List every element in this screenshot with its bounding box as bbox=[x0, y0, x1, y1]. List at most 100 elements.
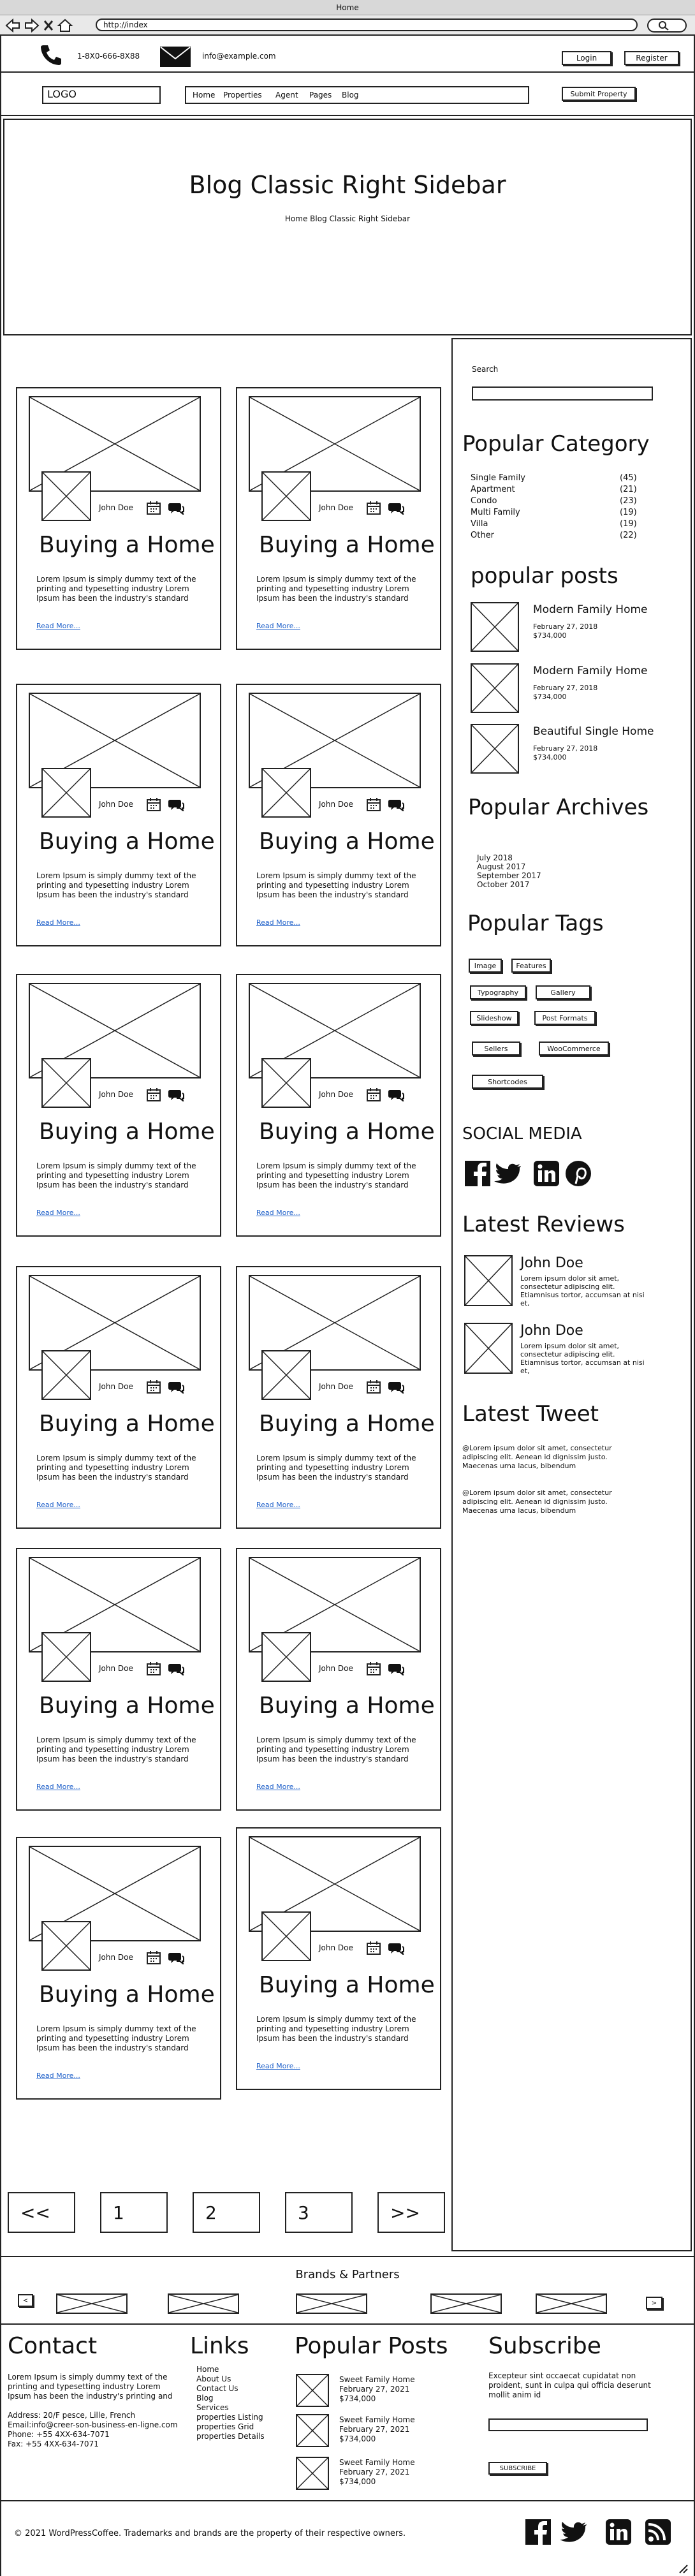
post-excerpt-line: Ipsum has been the industry's standard bbox=[256, 1181, 409, 1189]
brands-next-button[interactable]: > bbox=[646, 2297, 662, 2309]
footer-link[interactable]: properties Details bbox=[196, 2432, 265, 2441]
read-more-link[interactable]: Read More... bbox=[36, 1501, 80, 1509]
post-title[interactable]: Buying a Home bbox=[39, 1982, 215, 2008]
category-name[interactable]: Other bbox=[471, 531, 494, 540]
post-title[interactable]: Buying a Home bbox=[39, 1693, 215, 1719]
post-title[interactable]: Buying a Home bbox=[259, 1693, 435, 1719]
tag-gallery[interactable]: Gallery bbox=[536, 985, 590, 999]
post-title[interactable]: Buying a Home bbox=[39, 1411, 215, 1437]
post-title[interactable]: Buying a Home bbox=[39, 828, 215, 855]
footer-post-title[interactable]: Sweet Family Home bbox=[339, 2415, 415, 2425]
read-more-link[interactable]: Read More... bbox=[36, 1209, 80, 1217]
tag-slideshow[interactable]: Slideshow bbox=[470, 1011, 518, 1025]
login-button[interactable]: Login bbox=[562, 51, 611, 65]
comments-icon[interactable] bbox=[388, 799, 404, 814]
comments-icon[interactable] bbox=[168, 1089, 184, 1104]
post-excerpt: Lorem Ipsum is simply dummy text of the p… bbox=[256, 2015, 416, 2043]
footer-link[interactable]: properties Grid bbox=[196, 2422, 265, 2432]
tag-woocommerce[interactable]: WooCommerce bbox=[539, 1041, 609, 1056]
read-more-link[interactable]: Read More... bbox=[256, 1501, 300, 1509]
category-count: (22) bbox=[620, 531, 637, 540]
footer-link[interactable]: About Us bbox=[196, 2374, 265, 2384]
footer-link[interactable]: Contact Us bbox=[196, 2384, 265, 2394]
tag-features[interactable]: Features bbox=[511, 959, 551, 973]
popular-post-title[interactable]: Modern Family Home bbox=[533, 665, 648, 677]
post-author: John Doe bbox=[319, 503, 353, 512]
footer-email[interactable]: Email:info@creer-son-business-en-ligne.c… bbox=[8, 2420, 178, 2430]
post-title[interactable]: Buying a Home bbox=[39, 532, 215, 558]
category-name[interactable]: Condo bbox=[471, 496, 497, 506]
read-more-link[interactable]: Read More... bbox=[256, 622, 300, 630]
footer-contact-line: Lorem Ipsum is simply dummy text of the bbox=[8, 2373, 168, 2381]
comments-icon[interactable] bbox=[388, 1381, 404, 1396]
comments-icon[interactable] bbox=[168, 799, 184, 814]
popular-post-title[interactable]: Beautiful Single Home bbox=[533, 725, 654, 738]
read-more-link[interactable]: Read More... bbox=[36, 2072, 80, 2080]
brands-prev-button[interactable]: < bbox=[18, 2294, 33, 2307]
comments-icon[interactable] bbox=[168, 1663, 184, 1678]
page-button[interactable]: >> bbox=[377, 2192, 445, 2233]
category-name[interactable]: Villa bbox=[471, 519, 488, 529]
page-button[interactable]: 3 bbox=[285, 2192, 353, 2233]
subscribe-button[interactable]: SUBSCRIBE bbox=[488, 2462, 547, 2475]
read-more-link[interactable]: Read More... bbox=[256, 1209, 300, 1217]
read-more-link[interactable]: Read More... bbox=[256, 1783, 300, 1791]
nav-item-blog[interactable]: Blog bbox=[342, 91, 359, 99]
read-more-link[interactable]: Read More... bbox=[256, 2062, 300, 2070]
nav-item-pages[interactable]: Pages bbox=[309, 91, 332, 99]
tag-post-formats[interactable]: Post Formats bbox=[534, 1011, 596, 1025]
page-button[interactable]: 2 bbox=[193, 2192, 260, 2233]
nav-item-agent[interactable]: Agent bbox=[275, 91, 298, 99]
comments-icon[interactable] bbox=[168, 502, 184, 517]
footer-post-title[interactable]: Sweet Family Home bbox=[339, 2375, 415, 2385]
popular-posts-title: popular posts bbox=[471, 563, 618, 589]
nav-item-home[interactable]: Home bbox=[193, 91, 215, 99]
tag-image[interactable]: Image bbox=[469, 959, 502, 973]
footer-post-title[interactable]: Sweet Family Home bbox=[339, 2458, 415, 2468]
footer-links-title: Links bbox=[190, 2333, 249, 2359]
tag-sellers[interactable]: Sellers bbox=[472, 1041, 520, 1056]
category-name[interactable]: Single Family bbox=[471, 473, 525, 483]
address-bar[interactable]: http://index bbox=[96, 18, 638, 31]
footer-link[interactable]: Blog bbox=[196, 2394, 265, 2403]
post-title[interactable]: Buying a Home bbox=[259, 1119, 435, 1145]
comments-icon[interactable] bbox=[168, 1381, 184, 1396]
post-title[interactable]: Buying a Home bbox=[259, 1411, 435, 1437]
tag-typography[interactable]: Typography bbox=[470, 985, 526, 999]
comments-icon[interactable] bbox=[168, 1952, 184, 1967]
search-icon[interactable] bbox=[647, 18, 687, 33]
popular-post-title[interactable]: Modern Family Home bbox=[533, 603, 648, 616]
page-button[interactable]: << bbox=[8, 2192, 75, 2233]
post-title[interactable]: Buying a Home bbox=[259, 1972, 435, 1998]
page-button[interactable]: 1 bbox=[100, 2192, 168, 2233]
archive-link[interactable]: August 2017 bbox=[477, 862, 525, 871]
read-more-link[interactable]: Read More... bbox=[256, 918, 300, 927]
comments-icon[interactable] bbox=[388, 502, 404, 517]
footer-link[interactable]: Home bbox=[196, 2365, 265, 2374]
logo[interactable]: LOGO bbox=[42, 86, 161, 104]
register-button[interactable]: Register bbox=[624, 51, 679, 65]
post-title[interactable]: Buying a Home bbox=[39, 1119, 215, 1145]
read-more-link[interactable]: Read More... bbox=[36, 622, 80, 630]
category-name[interactable]: Multi Family bbox=[471, 508, 520, 517]
archive-link[interactable]: July 2018 bbox=[477, 853, 513, 862]
subscribe-email-input[interactable] bbox=[488, 2418, 648, 2431]
archive-link[interactable]: October 2017 bbox=[477, 880, 529, 889]
post-excerpt-line: Ipsum has been the industry's standard bbox=[36, 594, 189, 603]
resize-handle-icon[interactable] bbox=[678, 2564, 692, 2574]
post-title[interactable]: Buying a Home bbox=[259, 532, 435, 558]
nav-item-properties[interactable]: Properties bbox=[223, 91, 262, 99]
submit-property-button[interactable]: Submit Property bbox=[562, 87, 636, 101]
archive-link[interactable]: September 2017 bbox=[477, 871, 541, 880]
comments-icon[interactable] bbox=[388, 1089, 404, 1104]
category-name[interactable]: Apartment bbox=[471, 485, 515, 494]
footer-link[interactable]: properties Listing bbox=[196, 2413, 265, 2422]
tag-shortcodes[interactable]: Shortcodes bbox=[472, 1075, 543, 1089]
post-title[interactable]: Buying a Home bbox=[259, 828, 435, 855]
read-more-link[interactable]: Read More... bbox=[36, 918, 80, 927]
search-input[interactable] bbox=[472, 386, 653, 401]
comments-icon[interactable] bbox=[388, 1663, 404, 1678]
footer-link[interactable]: Services bbox=[196, 2403, 265, 2413]
comments-icon[interactable] bbox=[388, 1942, 404, 1957]
read-more-link[interactable]: Read More... bbox=[36, 1783, 80, 1791]
